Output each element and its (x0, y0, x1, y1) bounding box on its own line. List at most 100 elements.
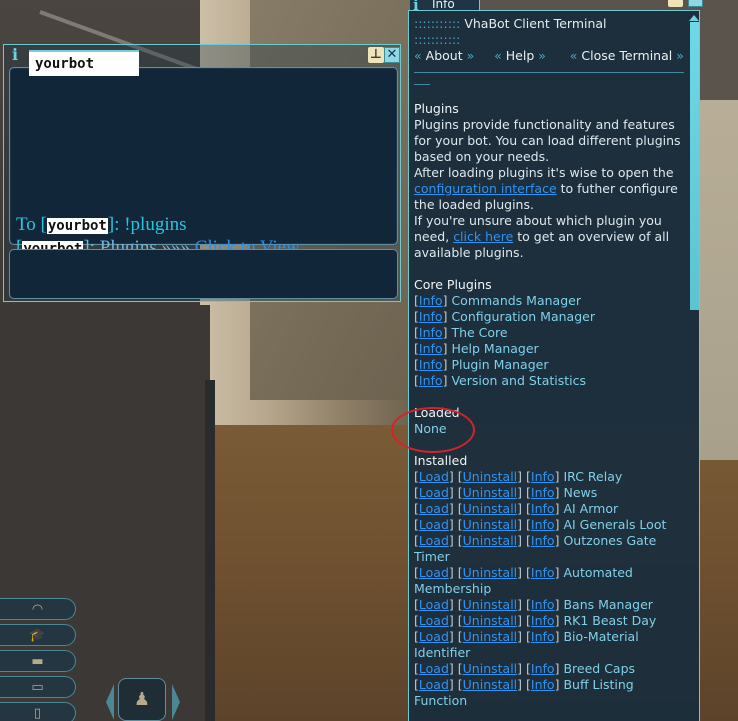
uninstall-link[interactable]: Uninstall (463, 565, 518, 580)
scroll-up-arrow-icon[interactable] (689, 15, 699, 21)
chat-output: To [yourbot]: !plugins [yourbot]: Plugin… (9, 67, 398, 258)
chat-sender-name[interactable]: yourbot (46, 218, 108, 234)
header-dots: ::::::::::: (414, 16, 461, 31)
info-link[interactable]: Info (531, 501, 555, 516)
info-link[interactable]: Info (531, 613, 555, 628)
info-link[interactable]: Info (419, 373, 443, 388)
chat-titlebar[interactable]: i yourbot ⊥ ✕ (4, 45, 400, 76)
armor-icon: ▬ (31, 653, 44, 669)
info-link[interactable]: Info (531, 677, 555, 692)
info-link[interactable]: Info (419, 357, 443, 372)
close-icon[interactable]: ✕ (384, 47, 400, 63)
installed-plugin-row: [Load] [Uninstall] [Info] Buff Listing F… (414, 677, 634, 708)
load-link[interactable]: Load (419, 629, 449, 644)
installed-plugin-row: [Load] [Uninstall] [Info] Bans Manager (414, 597, 653, 612)
pin-icon[interactable] (668, 0, 683, 7)
terminal-header: ::::::::::: VhaBot Client Terminal (414, 16, 689, 32)
radar-icon: ◠ (31, 601, 44, 617)
uninstall-link[interactable]: Uninstall (463, 613, 518, 628)
installed-plugin-row: [Load] [Uninstall] [Info] Breed Caps (414, 661, 636, 676)
chat-message: To [yourbot]: !plugins (16, 214, 187, 236)
load-link[interactable]: Load (419, 485, 449, 500)
uninstall-link[interactable]: Uninstall (463, 485, 518, 500)
installed-heading: Installed (414, 453, 468, 468)
info-link[interactable]: Info (531, 517, 555, 532)
hud-button-backpack[interactable]: ▯ (0, 702, 76, 721)
hud-button-radar[interactable]: ◠ (0, 598, 76, 620)
info-icon: i (12, 45, 19, 64)
load-link[interactable]: Load (419, 533, 449, 548)
bracket: ] (442, 373, 448, 388)
core-plugin-row: [Info] Commands Manager (414, 293, 689, 309)
info-link[interactable]: Info (419, 309, 443, 324)
load-link[interactable]: Load (419, 469, 449, 484)
info-link[interactable]: Info (531, 485, 555, 500)
core-plugin-row: [Info] Version and Statistics (414, 373, 689, 389)
installed-plugin-row: [Load] [Uninstall] [Info] IRC Relay (414, 469, 623, 484)
plugin-name: Help Manager (451, 341, 539, 356)
info-link[interactable]: Info (419, 341, 443, 356)
plugin-name: Bans Manager (563, 597, 653, 612)
load-link[interactable]: Load (419, 661, 449, 676)
load-link[interactable]: Load (419, 597, 449, 612)
core-plugin-row: [Info] Configuration Manager (414, 309, 689, 325)
core-plugins-list: [Info] Commands Manager [Info] Configurat… (414, 293, 689, 389)
about-link[interactable]: About (426, 48, 463, 63)
close-icon[interactable] (688, 0, 703, 7)
divider (414, 72, 684, 73)
scene-edge (205, 380, 215, 721)
close-terminal-link[interactable]: Close Terminal (581, 48, 672, 63)
hud-button-skills[interactable]: 🎓 (0, 624, 76, 646)
info-link[interactable]: Info (419, 325, 443, 340)
info-link[interactable]: Info (531, 565, 555, 580)
uninstall-link[interactable]: Uninstall (463, 533, 518, 548)
pin-icon[interactable]: ⊥ (368, 47, 384, 63)
hud-left-arrow-icon[interactable] (106, 684, 114, 720)
hud-right-arrow-icon[interactable] (172, 684, 180, 720)
load-link[interactable]: Load (419, 501, 449, 516)
plugin-name: Commands Manager (451, 293, 581, 308)
uninstall-link[interactable]: Uninstall (463, 469, 518, 484)
uninstall-link[interactable]: Uninstall (463, 661, 518, 676)
core-plugin-row: [Info] The Core (414, 325, 689, 341)
terminal-title: VhaBot Client Terminal (464, 16, 607, 31)
info-link[interactable]: Info (531, 469, 555, 484)
header-dots: ::::::::::: (414, 32, 461, 47)
bag-icon: ▭ (31, 679, 44, 695)
hud-button-inventory[interactable]: ▭ (0, 676, 76, 698)
character-icon: ♟ (133, 689, 151, 710)
uninstall-link[interactable]: Uninstall (463, 517, 518, 532)
plugins-heading: Plugins (414, 101, 459, 116)
info-link[interactable]: Info (419, 293, 443, 308)
info-link[interactable]: Info (531, 533, 555, 548)
installed-plugins-list: [Load] [Uninstall] [Info] IRC Relay [Load… (414, 469, 689, 709)
plugin-name: AI Armor (563, 501, 619, 516)
info-link[interactable]: Info (531, 597, 555, 612)
load-link[interactable]: Load (419, 677, 449, 692)
chat-window: i yourbot ⊥ ✕ To [yourbot]: !plugins [yo… (3, 44, 401, 302)
info-link[interactable]: Info (531, 629, 555, 644)
chat-input[interactable] (9, 249, 398, 299)
load-link[interactable]: Load (419, 565, 449, 580)
plugins-config-note: After loading plugins it's wise to open … (414, 165, 689, 213)
hud-button-armor[interactable]: ▬ (0, 650, 76, 672)
info-link[interactable]: Info (531, 661, 555, 676)
character-frame[interactable]: ♟ (118, 678, 166, 721)
uninstall-link[interactable]: Uninstall (463, 597, 518, 612)
uninstall-link[interactable]: Uninstall (463, 501, 518, 516)
load-link[interactable]: Load (419, 613, 449, 628)
backpack-icon: ▯ (33, 705, 42, 721)
chat-text: ]: !plugins (107, 214, 187, 235)
click-here-link[interactable]: click here (453, 229, 513, 244)
uninstall-link[interactable]: Uninstall (463, 629, 518, 644)
plugin-name: IRC Relay (563, 469, 623, 484)
installed-plugin-row: [Load] [Uninstall] [Info] Outzones Gate … (414, 533, 657, 564)
plugin-name: Version and Statistics (451, 373, 587, 388)
load-link[interactable]: Load (419, 517, 449, 532)
help-link[interactable]: Help (506, 48, 535, 63)
bracket: ] (442, 325, 448, 340)
uninstall-link[interactable]: Uninstall (463, 677, 518, 692)
plugin-name: AI Generals Loot (563, 517, 667, 532)
scrollbar-thumb[interactable] (690, 22, 699, 310)
configuration-interface-link[interactable]: configuration interface (414, 181, 557, 196)
